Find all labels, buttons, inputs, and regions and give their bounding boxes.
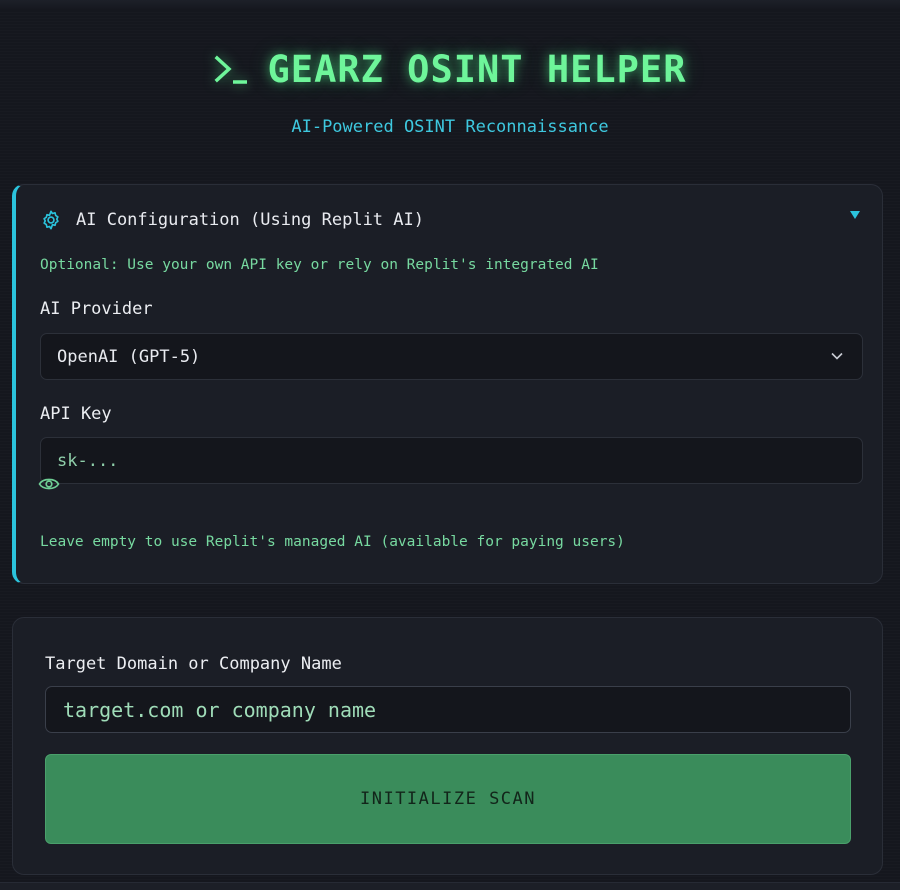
- target-label: Target Domain or Company Name: [45, 654, 342, 674]
- triangle-down-icon[interactable]: [850, 211, 860, 219]
- ai-provider-label: AI Provider: [40, 299, 153, 319]
- eye-icon[interactable]: [38, 476, 60, 492]
- ai-config-title: AI Configuration (Using Replit AI): [76, 210, 424, 230]
- initialize-scan-button[interactable]: INITIALIZE SCAN: [45, 754, 851, 844]
- api-key-input[interactable]: [40, 437, 863, 484]
- ai-provider-select[interactable]: OpenAI (GPT-5): [40, 333, 863, 380]
- chevron-down-icon: [831, 352, 843, 360]
- scan-panel: Target Domain or Company Name INITIALIZE…: [12, 617, 883, 875]
- page-title: GEARZ OSINT HELPER: [214, 48, 687, 91]
- bottom-edge: [0, 882, 900, 890]
- ai-config-header[interactable]: AI Configuration (Using Replit AI): [40, 208, 862, 232]
- page-subtitle: AI-Powered OSINT Reconnaissance: [291, 117, 609, 137]
- api-key-note: Leave empty to use Replit's managed AI (…: [40, 534, 625, 550]
- top-edge: [0, 0, 900, 10]
- ai-provider-value: OpenAI (GPT-5): [57, 346, 201, 367]
- terminal-prompt-icon: [214, 55, 247, 84]
- target-input[interactable]: [45, 686, 851, 733]
- ai-config-description: Optional: Use your own API key or rely o…: [40, 257, 599, 273]
- page-title-text: GEARZ OSINT HELPER: [267, 48, 687, 91]
- ai-config-panel: AI Configuration (Using Replit AI) Optio…: [12, 184, 883, 584]
- app-header: GEARZ OSINT HELPER: [0, 48, 900, 91]
- api-key-label: API Key: [40, 404, 112, 424]
- gear-icon: [40, 209, 62, 231]
